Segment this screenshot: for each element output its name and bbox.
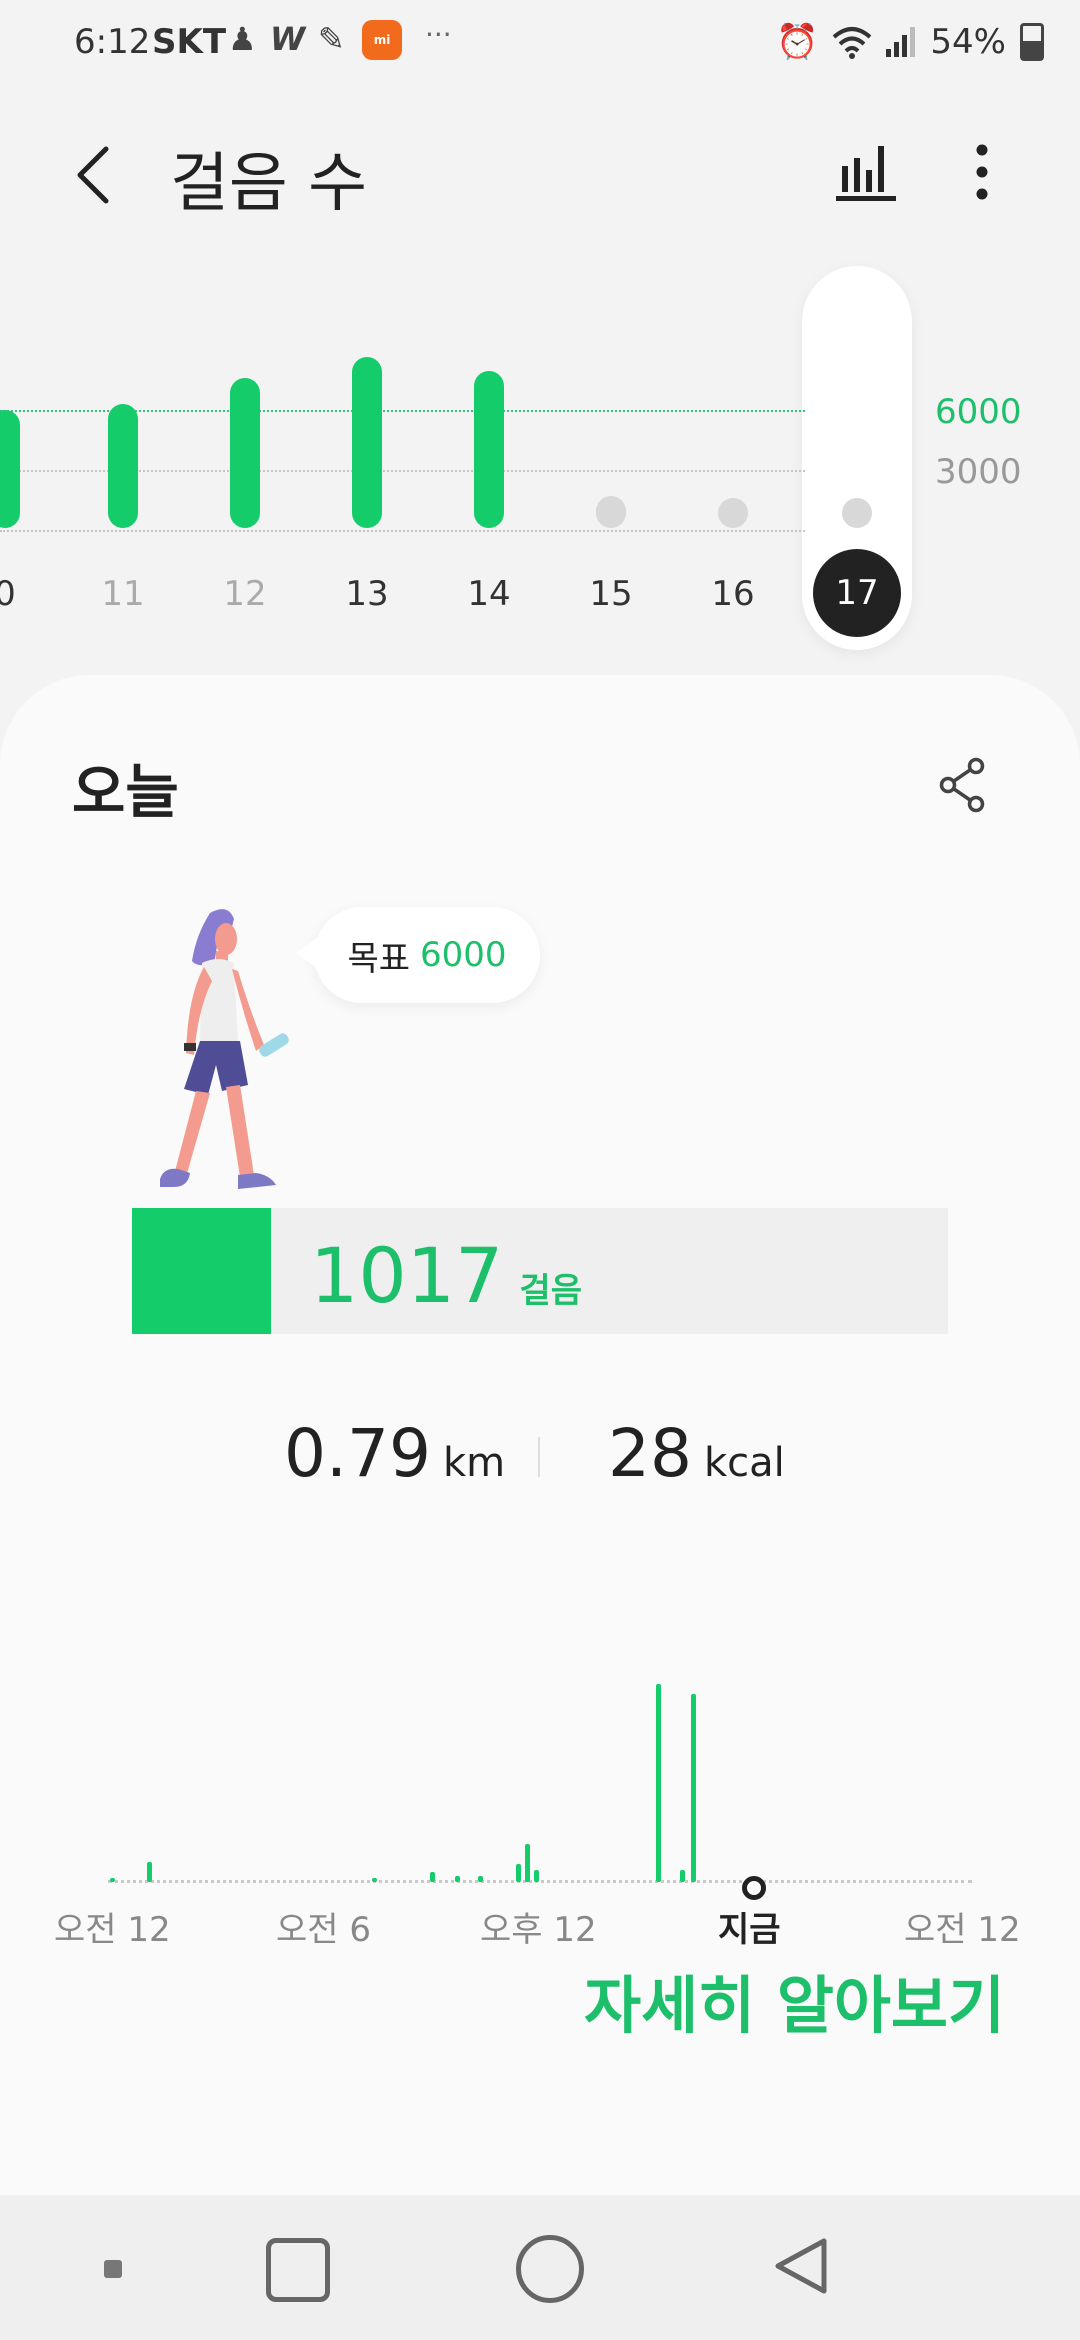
hour-bar [478,1876,483,1882]
hour-bar [691,1694,696,1882]
now-marker [742,1876,766,1900]
day-label[interactable]: 13 [327,574,407,614]
hour-bar [110,1878,115,1882]
circle-icon[interactable] [516,2235,584,2303]
status-time: 6:12 [74,22,151,62]
metrics-row: 0.79 km 28 kcal [0,1415,1080,1505]
signal-icon [886,27,916,57]
share-button[interactable] [938,757,988,813]
goal-tick-label: 6000 [935,392,1022,432]
app-bar: 걸음 수 [0,110,1080,240]
hour-bar [525,1844,530,1882]
goal-value: 6000 [420,935,507,975]
learn-more-link[interactable]: 자세히 알아보기 [584,1955,1005,2045]
notification-icon: ♟ [228,20,257,58]
day-baseline [108,1880,972,1883]
day-label[interactable]: 14 [449,574,529,614]
day-bar-16[interactable] [718,498,748,528]
back-arrow-icon [77,146,109,204]
navigation-bar [0,2195,1080,2340]
home-icon[interactable] [266,2238,330,2302]
steps-count: 1017 걸음 [310,1231,582,1320]
recent-apps-icon[interactable] [104,2260,122,2278]
distance-metric: 0.79 km [284,1415,505,1492]
distance-value: 0.79 [284,1415,431,1492]
calories-metric: 28 kcal [608,1415,785,1492]
day-label[interactable]: 11 [83,574,163,614]
steps-progress-fill [132,1208,271,1334]
status-carrier: SKT [152,22,227,62]
day-label[interactable]: 16 [693,574,773,614]
now-label: 지금 [718,1910,781,1950]
goal-bubble: 목표 6000 [296,907,540,1003]
hour-bar [656,1684,661,1882]
steps-value: 1017 [310,1231,504,1320]
fitness-app-icon: ✎ [318,20,345,58]
alarm-icon: ⏰ [776,22,819,62]
day-label-selected[interactable]: 17 [813,549,901,637]
day-bar-11[interactable] [108,404,138,528]
weekly-steps-chart: 6000 3000 0 11 12 13 14 15 16 17 [0,260,1080,660]
hour-bar [455,1876,460,1882]
hour-bar [430,1872,435,1882]
base-gridline [0,530,805,532]
mi-app-icon: mi [362,20,402,60]
hour-bar [516,1864,521,1882]
time-label: 오전 12 [54,1910,171,1950]
battery-percent: 54% [930,22,1006,62]
back-button[interactable] [62,140,122,210]
goal-label: 목표 [347,938,411,979]
time-label: 오후 12 [480,1910,597,1950]
more-vert-icon [976,144,988,200]
time-label: 오전 6 [276,1910,371,1950]
day-bar-12[interactable] [230,378,260,528]
day-bar-17[interactable] [842,498,872,528]
page-title: 걸음 수 [170,147,367,221]
back-icon[interactable] [770,2235,832,2297]
day-bar-15[interactable] [596,496,626,528]
day-label[interactable]: 12 [205,574,285,614]
steps-unit: 걸음 [519,1271,582,1311]
day-bar-14[interactable] [474,371,504,528]
day-label[interactable]: 0 [0,574,45,614]
day-bar-13[interactable] [352,356,382,528]
day-bar-0[interactable] [0,410,20,528]
hour-bar [147,1862,152,1882]
more-options-button[interactable] [960,140,1004,204]
stats-button[interactable] [834,140,898,204]
status-more: ··· [425,18,452,51]
hour-bar [372,1878,377,1882]
calories-value: 28 [608,1415,692,1492]
battery-icon [1020,23,1044,61]
mid-tick-label: 3000 [935,452,1022,492]
wifi-icon [833,27,872,59]
today-card: 오늘 목표 6000 1017 걸음 0.79 km 28 kcal 오전 12… [0,675,1080,2195]
hour-bar [534,1870,539,1882]
status-bar: 6:12 SKT ♟ W ✎ mi ··· ⏰ 54% [0,0,1080,90]
today-title: 오늘 [72,758,179,826]
bar-chart-icon [836,146,896,201]
hour-bar [680,1870,685,1882]
calories-unit: kcal [703,1440,785,1486]
metric-divider [538,1437,540,1477]
day-label[interactable]: 15 [571,574,651,614]
time-label: 오전 12 [904,1910,1021,1950]
share-icon [939,757,985,813]
distance-unit: km [442,1440,506,1486]
w-app-icon: W [270,20,306,58]
hourly-steps-chart: 오전 12 오전 6 오후 12 지금 오전 12 [0,1600,1080,1950]
